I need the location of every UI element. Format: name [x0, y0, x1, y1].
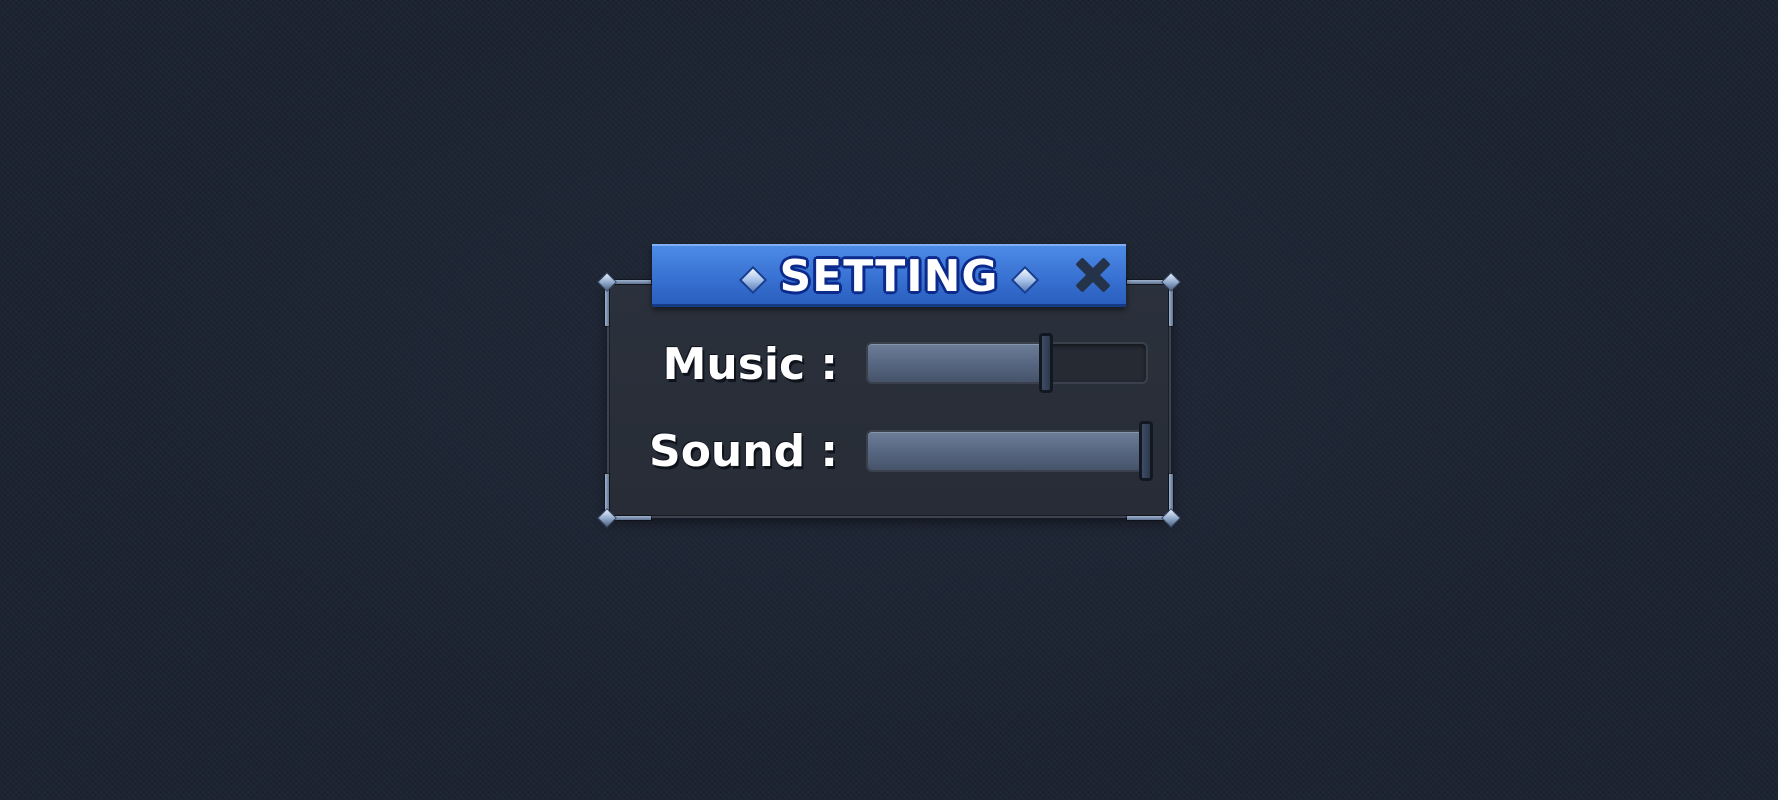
sound-slider-fill: [868, 432, 1146, 470]
sound-label: Sound :: [649, 426, 838, 477]
frame-corner-ornament: [597, 272, 651, 326]
dialog-title: SETTING: [779, 251, 999, 302]
frame-corner-ornament: [597, 474, 651, 528]
frame-corner-ornament: [1127, 272, 1181, 326]
settings-panel: [597, 272, 1181, 528]
music-volume-slider[interactable]: [866, 333, 1148, 393]
sound-slider-handle[interactable]: [1139, 421, 1153, 481]
music-label: Music :: [662, 339, 838, 390]
close-button[interactable]: [1070, 252, 1116, 298]
music-slider-handle[interactable]: [1038, 333, 1053, 393]
music-slider-fill: [868, 344, 1046, 382]
title-banner: SETTING: [652, 244, 1126, 307]
frame-corner-ornament: [1127, 474, 1181, 528]
sound-volume-slider[interactable]: [866, 421, 1153, 481]
